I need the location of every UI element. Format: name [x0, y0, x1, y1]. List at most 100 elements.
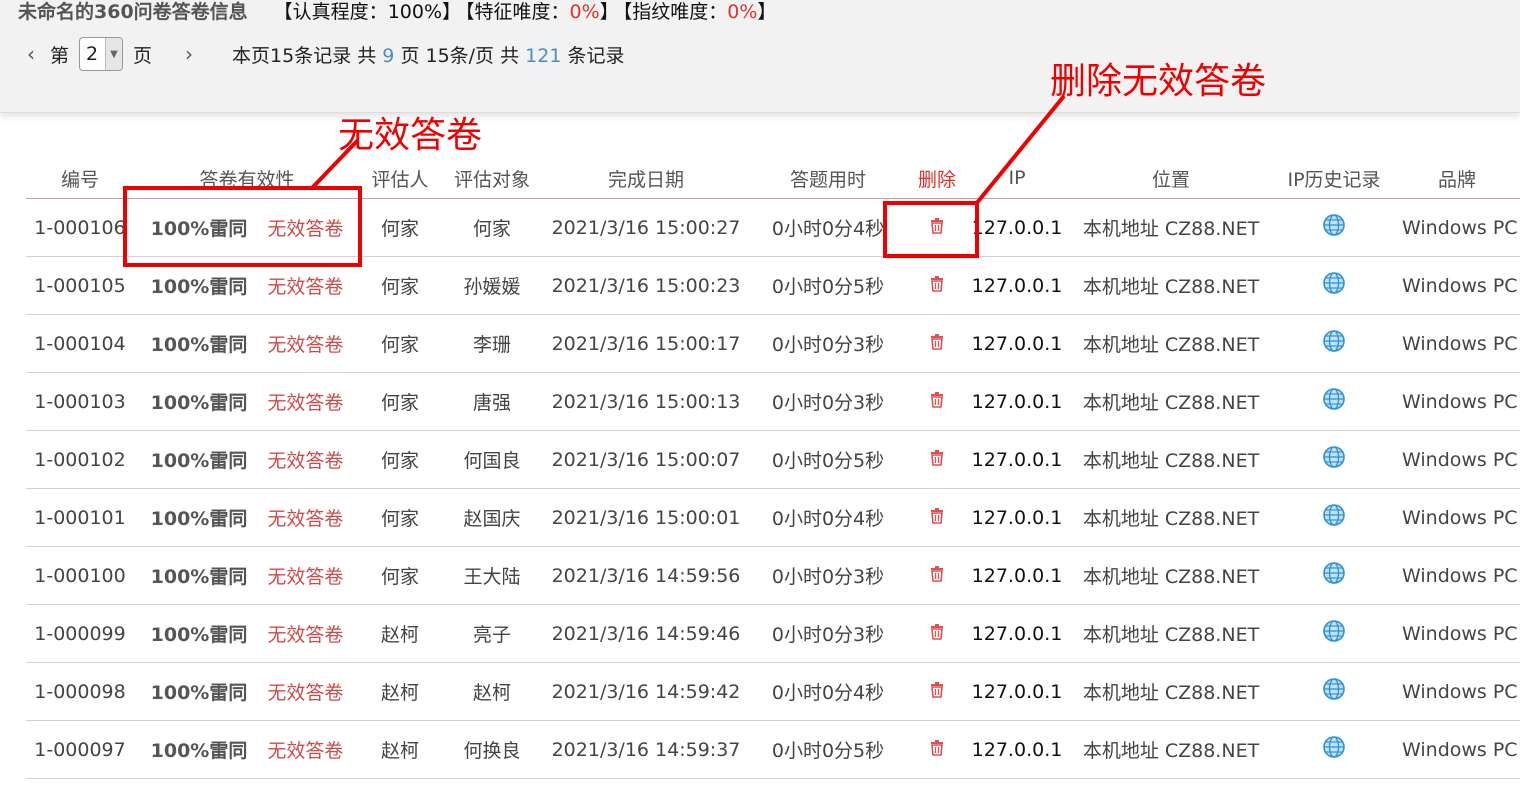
cell-delete [908, 373, 966, 431]
cell-validity: 100%雷同 无效答卷 [134, 663, 360, 721]
invalid-answer-link[interactable]: 无效答卷 [267, 218, 343, 240]
trash-icon[interactable] [930, 623, 944, 645]
cell-id: 1-000100 [26, 547, 134, 605]
cell-id: 1-000102 [26, 431, 134, 489]
cell-ip: 127.0.0.1 [966, 315, 1068, 373]
cell-brand: Windows PC [1394, 721, 1520, 779]
cell-evaluator: 何家 [360, 199, 440, 257]
similarity-label: 100%雷同 [150, 392, 248, 414]
cell-brand: Windows PC [1394, 257, 1520, 315]
invalid-answer-link[interactable]: 无效答卷 [267, 392, 343, 414]
cell-target: 王大陆 [440, 547, 544, 605]
col-header-delete: 删除 [908, 158, 966, 199]
cell-ip-history [1274, 315, 1394, 373]
invalid-answer-link[interactable]: 无效答卷 [267, 682, 343, 704]
invalid-answer-link[interactable]: 无效答卷 [267, 508, 343, 530]
cell-evaluator: 何家 [360, 257, 440, 315]
col-header-validity[interactable]: 答卷有效性 [134, 158, 360, 199]
cell-brand: Windows PC [1394, 547, 1520, 605]
trash-icon[interactable] [930, 275, 944, 297]
trash-icon[interactable] [930, 739, 944, 761]
globe-icon[interactable] [1322, 445, 1346, 474]
cell-delete [908, 605, 966, 663]
similarity-label: 100%雷同 [150, 450, 248, 472]
cell-ip-history [1274, 373, 1394, 431]
cell-delete [908, 257, 966, 315]
globe-icon[interactable] [1322, 387, 1346, 416]
invalid-answer-link[interactable]: 无效答卷 [267, 276, 343, 298]
page-header: 未命名的360问卷答卷信息 【认真程度：100%】 【特征唯度：0%】 【指纹唯度：0… [0, 0, 1520, 113]
col-header-id[interactable]: 编号 [26, 158, 134, 199]
globe-icon[interactable] [1322, 213, 1346, 242]
feature-uniqueness-metric: 【特征唯度：0%】 [465, 1, 619, 23]
invalid-answer-link[interactable]: 无效答卷 [267, 740, 343, 762]
cell-ip: 127.0.0.1 [966, 373, 1068, 431]
cell-date: 2021/3/16 15:00:07 [544, 431, 748, 489]
cell-date: 2021/3/16 15:00:13 [544, 373, 748, 431]
cell-target: 唐强 [440, 373, 544, 431]
cell-duration: 0小时0分4秒 [748, 489, 908, 547]
trash-icon[interactable] [930, 565, 944, 587]
cell-brand: Windows PC [1394, 199, 1520, 257]
cell-target: 赵柯 [440, 663, 544, 721]
cell-duration: 0小时0分3秒 [748, 373, 908, 431]
similarity-label: 100%雷同 [150, 740, 248, 762]
cell-target: 何家 [440, 199, 544, 257]
trash-icon[interactable] [930, 391, 944, 413]
globe-icon[interactable] [1322, 503, 1346, 532]
table-row: 1-000098 100%雷同 无效答卷 赵柯 赵柯 2021/3/16 14:5… [26, 663, 1520, 721]
globe-icon[interactable] [1322, 619, 1346, 648]
table-row: 1-000106 100%雷同 无效答卷 何家 何家 2021/3/16 15:0… [26, 199, 1520, 257]
globe-icon[interactable] [1322, 329, 1346, 358]
invalid-answer-link[interactable]: 无效答卷 [267, 566, 343, 588]
cell-date: 2021/3/16 14:59:42 [544, 663, 748, 721]
cell-ip-history [1274, 257, 1394, 315]
globe-icon[interactable] [1322, 735, 1346, 764]
cell-target: 孙媛媛 [440, 257, 544, 315]
table-row: 1-000097 100%雷同 无效答卷 赵柯 何换良 2021/3/16 14:… [26, 721, 1520, 779]
cell-ip-history [1274, 663, 1394, 721]
cell-location: 本机地址 CZ88.NET [1068, 257, 1274, 315]
similarity-label: 100%雷同 [150, 624, 248, 646]
invalid-answer-link[interactable]: 无效答卷 [267, 624, 343, 646]
col-header-evaluator[interactable]: 评估人 [360, 158, 440, 199]
trash-icon[interactable] [930, 681, 944, 703]
cell-target: 赵国庆 [440, 489, 544, 547]
cell-delete [908, 315, 966, 373]
trash-icon[interactable] [930, 217, 944, 239]
cell-duration: 0小时0分3秒 [748, 605, 908, 663]
globe-icon[interactable] [1322, 677, 1346, 706]
trash-icon[interactable] [930, 333, 944, 355]
cell-ip: 127.0.0.1 [966, 431, 1068, 489]
total-records: 121 [525, 44, 562, 67]
cell-id: 1-000097 [26, 721, 134, 779]
col-header-target[interactable]: 评估对象 [440, 158, 544, 199]
col-header-date[interactable]: 完成日期 [544, 158, 748, 199]
col-header-ip[interactable]: IP [966, 158, 1068, 199]
trash-icon[interactable] [930, 449, 944, 471]
cell-date: 2021/3/16 15:00:01 [544, 489, 748, 547]
cell-date: 2021/3/16 15:00:17 [544, 315, 748, 373]
page-select[interactable]: 2 ▼ [79, 37, 124, 71]
chevron-right-icon[interactable]: › [176, 42, 202, 66]
invalid-answer-link[interactable]: 无效答卷 [267, 334, 343, 356]
cell-ip-history [1274, 721, 1394, 779]
cell-validity: 100%雷同 无效答卷 [134, 199, 360, 257]
cell-delete [908, 547, 966, 605]
col-header-location[interactable]: 位置 [1068, 158, 1274, 199]
feature-uniqueness-value: 0% [569, 1, 600, 23]
chevron-left-icon[interactable]: ‹ [18, 42, 44, 66]
trash-icon[interactable] [930, 507, 944, 529]
invalid-answer-link[interactable]: 无效答卷 [267, 450, 343, 472]
cell-location: 本机地址 CZ88.NET [1068, 663, 1274, 721]
cell-evaluator: 赵柯 [360, 605, 440, 663]
globe-icon[interactable] [1322, 271, 1346, 300]
cell-location: 本机地址 CZ88.NET [1068, 431, 1274, 489]
col-header-brand[interactable]: 品牌 [1394, 158, 1520, 199]
globe-icon[interactable] [1322, 561, 1346, 590]
cell-duration: 0小时0分4秒 [748, 663, 908, 721]
cell-brand: Windows PC [1394, 373, 1520, 431]
col-header-duration[interactable]: 答题用时 [748, 158, 908, 199]
similarity-label: 100%雷同 [150, 682, 248, 704]
cell-ip: 127.0.0.1 [966, 721, 1068, 779]
